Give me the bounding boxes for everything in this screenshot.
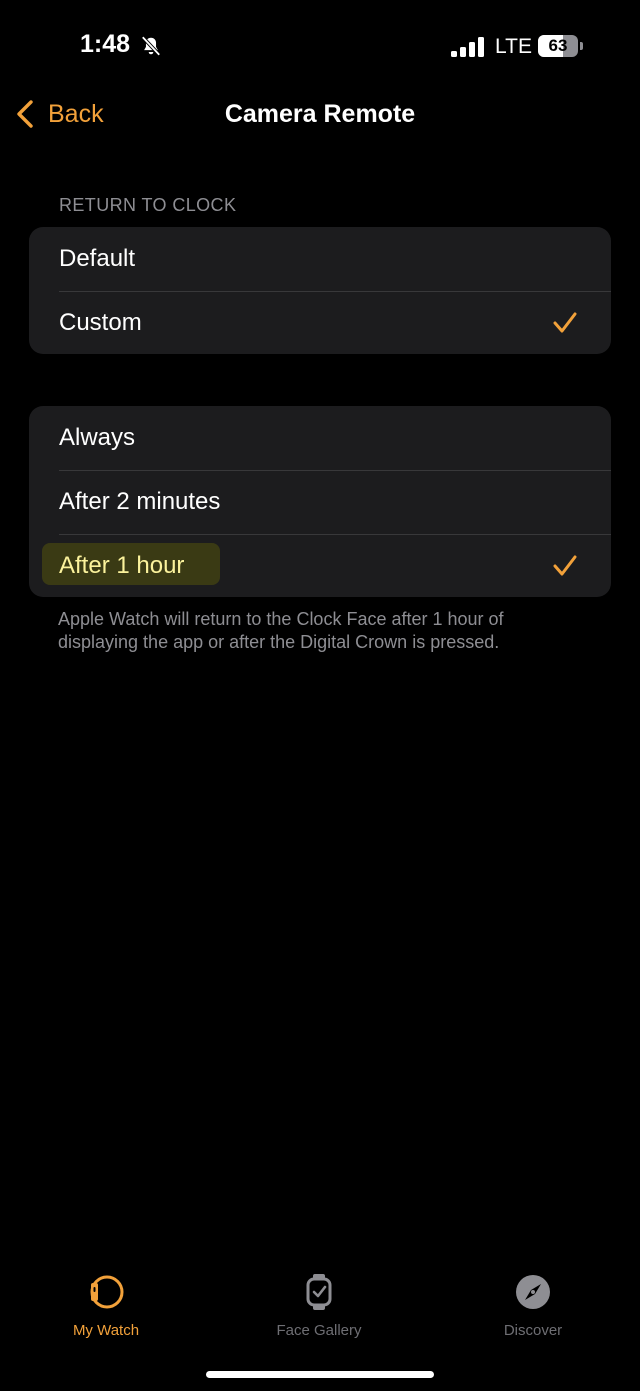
option-label: After 1 hour — [59, 552, 185, 579]
tab-label: My Watch — [72, 1322, 140, 1339]
navigation-bar: Camera Remote Back — [0, 92, 640, 140]
tab-discover[interactable]: Discover — [453, 1272, 613, 1342]
option-always[interactable]: Always — [29, 406, 611, 470]
tab-bar: My Watch Face Gallery Discover — [0, 1272, 640, 1352]
option-label: Always — [59, 424, 136, 451]
checkmark-icon — [553, 312, 577, 333]
return-to-clock-group: Default Custom — [29, 227, 611, 354]
face-gallery-icon — [306, 1274, 332, 1310]
tab-my-watch[interactable]: My Watch — [26, 1272, 186, 1342]
tab-label: Face Gallery — [276, 1322, 362, 1339]
chevron-left-icon — [17, 100, 33, 128]
battery-cap — [580, 42, 583, 50]
option-label: Default — [59, 245, 136, 272]
checkmark-icon — [553, 555, 577, 576]
tab-face-gallery[interactable]: Face Gallery — [239, 1272, 399, 1342]
battery-icon: 63 — [538, 35, 578, 57]
watch-icon — [90, 1275, 124, 1309]
battery-level: 63 — [548, 36, 568, 55]
option-default[interactable]: Default — [29, 227, 611, 291]
option-label: Custom — [59, 309, 142, 336]
network-label: LTE — [495, 35, 532, 58]
bell-slash-icon — [141, 36, 161, 56]
footer-note: Apple Watch will return to the Clock Fac… — [58, 609, 504, 652]
tab-label: Discover — [503, 1322, 563, 1339]
section-header-return-to-clock: RETURN TO CLOCK — [59, 195, 237, 215]
status-time: 1:48 — [80, 30, 131, 58]
option-after-1-hour[interactable]: After 1 hour — [29, 534, 611, 597]
option-custom[interactable]: Custom — [29, 291, 611, 354]
signal-icon — [451, 37, 484, 57]
compass-icon — [516, 1275, 550, 1309]
option-after-2-minutes[interactable]: After 2 minutes — [29, 470, 611, 534]
timeout-options-group: Always After 2 minutes After 1 hour — [29, 406, 611, 597]
back-label: Back — [48, 99, 104, 128]
back-button[interactable]: Back — [14, 92, 104, 136]
option-label: After 2 minutes — [59, 488, 221, 515]
status-bar: 1:48 LTE 63 — [0, 0, 640, 92]
home-indicator[interactable] — [206, 1371, 434, 1378]
